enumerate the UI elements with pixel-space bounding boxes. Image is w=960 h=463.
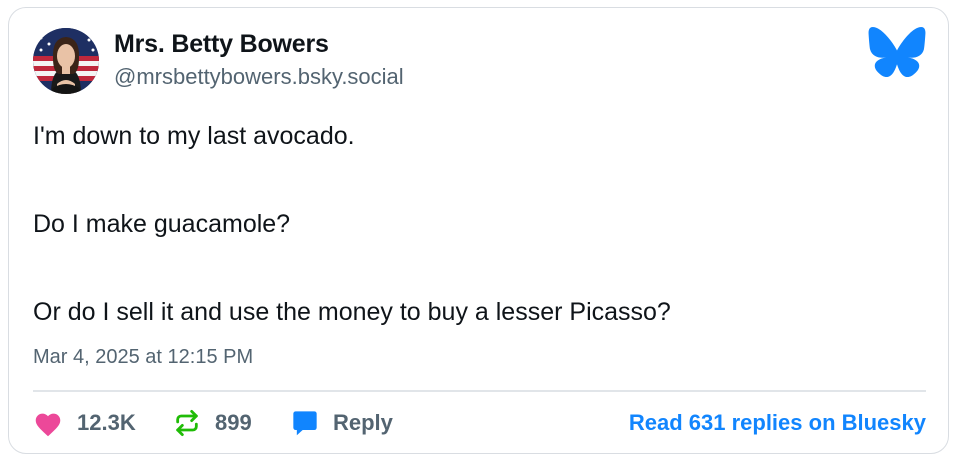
speech-bubble-icon: [291, 409, 319, 437]
bluesky-butterfly-icon[interactable]: [867, 26, 927, 78]
like-button[interactable]: 12.3K: [33, 403, 136, 443]
repost-icon: [173, 409, 201, 437]
repost-button[interactable]: 899: [173, 403, 252, 443]
post-line-3: Or do I sell it and use the money to buy…: [33, 298, 671, 326]
author-name[interactable]: Mrs. Betty Bowers: [114, 30, 329, 59]
like-count: 12.3K: [77, 410, 136, 435]
post-text: I'm down to my last avocado. Do I make g…: [33, 114, 913, 334]
divider: [33, 390, 926, 392]
reply-label: Reply: [333, 410, 393, 435]
post-line-2: Do I make guacamole?: [33, 210, 291, 238]
avatar-image: [33, 28, 99, 94]
read-replies-link[interactable]: Read 631 replies on Bluesky: [629, 403, 926, 443]
heart-icon: [33, 410, 63, 437]
reply-button[interactable]: Reply: [291, 403, 393, 443]
post-card[interactable]: Mrs. Betty Bowers @mrsbettybowers.bsky.s…: [8, 7, 949, 454]
post-timestamp[interactable]: Mar 4, 2025 at 12:15 PM: [33, 346, 253, 369]
avatar[interactable]: [33, 28, 99, 94]
author-handle[interactable]: @mrsbettybowers.bsky.social: [114, 64, 404, 90]
action-bar: 12.3K 899 Reply Read 631 replies on Blue…: [33, 403, 926, 443]
repost-count: 899: [215, 410, 252, 435]
post-line-1: I'm down to my last avocado.: [33, 122, 355, 150]
